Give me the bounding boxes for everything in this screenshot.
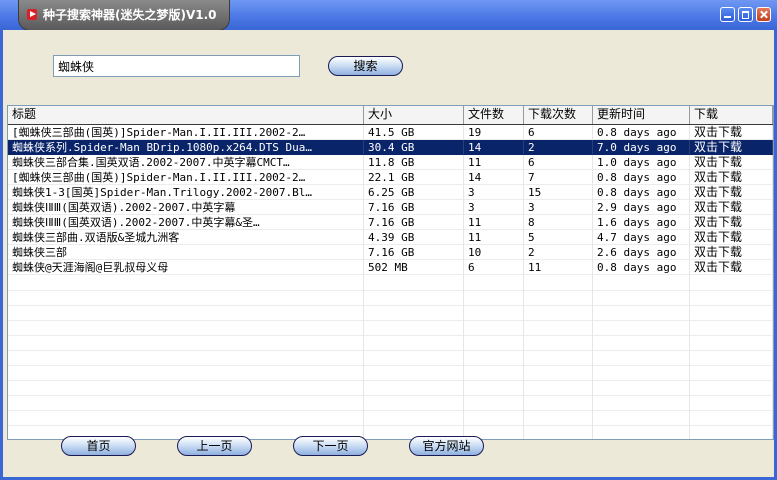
- table-row[interactable]: 蜘蛛侠1-3[国英]Spider-Man.Trilogy.2002-2007.B…: [8, 185, 773, 200]
- cell-updated: 0.8 days ago: [593, 185, 690, 200]
- cell-download-action[interactable]: 双击下载: [690, 185, 773, 200]
- cell-files: 3: [464, 185, 524, 200]
- table-row[interactable]: 蜘蛛侠@天涯海阁@巨乳叔母义母 502 MB 6 11 0.8 days ago…: [8, 260, 773, 275]
- search-button[interactable]: 搜索: [328, 56, 403, 76]
- cell-download-action[interactable]: 双击下载: [690, 200, 773, 215]
- cell-downloads: 6: [524, 125, 593, 140]
- cell-size: 4.39 GB: [364, 230, 464, 245]
- column-header-size[interactable]: 大小: [364, 106, 464, 124]
- table-row-selected[interactable]: 蜘蛛侠系列.Spider-Man BDrip.1080p.x264.DTS Du…: [8, 140, 773, 155]
- cell-title: 蜘蛛侠三部曲.双语版&圣城九洲客: [8, 230, 364, 245]
- cell-downloads: 8: [524, 215, 593, 230]
- cell-download-action[interactable]: 双击下载: [690, 125, 773, 140]
- cell-updated: 2.6 days ago: [593, 245, 690, 260]
- table-row[interactable]: [蜘蛛侠三部曲(国英)]Spider-Man.I.II.III.2002-2… …: [8, 170, 773, 185]
- results-table[interactable]: 标题 大小 文件数 下载次数 更新时间 下载 [蜘蛛侠三部曲(国英)]Spide…: [7, 105, 774, 440]
- cell-updated: 1.6 days ago: [593, 215, 690, 230]
- cell-title: [蜘蛛侠三部曲(国英)]Spider-Man.I.II.III.2002-2…: [8, 170, 364, 185]
- next-page-button[interactable]: 下一页: [293, 436, 368, 456]
- table-row[interactable]: 蜘蛛侠三部合集.国英双语.2002-2007.中英字幕CMCT… 11.8 GB…: [8, 155, 773, 170]
- maximize-button[interactable]: [738, 7, 753, 22]
- cell-download-action[interactable]: 双击下载: [690, 215, 773, 230]
- column-header-downloads[interactable]: 下载次数: [524, 106, 593, 124]
- cell-downloads: 7: [524, 170, 593, 185]
- table-row[interactable]: 蜘蛛侠三部曲.双语版&圣城九洲客 4.39 GB 11 5 4.7 days a…: [8, 230, 773, 245]
- window-controls: [720, 7, 771, 22]
- cell-title: [蜘蛛侠三部曲(国英)]Spider-Man.I.II.III.2002-2…: [8, 125, 364, 140]
- cell-downloads: 3: [524, 200, 593, 215]
- cell-downloads: 2: [524, 140, 593, 155]
- cell-title: 蜘蛛侠系列.Spider-Man BDrip.1080p.x264.DTS Du…: [8, 140, 364, 155]
- cell-size: 7.16 GB: [364, 215, 464, 230]
- app-window: 种子搜索神器(迷失之梦版)V1.0 搜索 标题 大小 文件数 下载次数 更新时间…: [0, 0, 777, 480]
- table-header: 标题 大小 文件数 下载次数 更新时间 下载: [8, 106, 773, 125]
- cell-updated: 1.0 days ago: [593, 155, 690, 170]
- cell-size: 7.16 GB: [364, 245, 464, 260]
- client-area: 搜索 标题 大小 文件数 下载次数 更新时间 下载 [蜘蛛侠三部曲(国英)]Sp…: [3, 30, 774, 477]
- column-header-download[interactable]: 下载: [690, 106, 773, 124]
- cell-size: 7.16 GB: [364, 200, 464, 215]
- first-page-button[interactable]: 首页: [61, 436, 136, 456]
- cell-updated: 2.9 days ago: [593, 200, 690, 215]
- cell-downloads: 6: [524, 155, 593, 170]
- cell-size: 22.1 GB: [364, 170, 464, 185]
- table-row[interactable]: 蜘蛛侠三部 7.16 GB 10 2 2.6 days ago 双击下载: [8, 245, 773, 260]
- cell-downloads: 15: [524, 185, 593, 200]
- title-tab: 种子搜索神器(迷失之梦版)V1.0: [18, 0, 230, 31]
- cell-files: 19: [464, 125, 524, 140]
- cell-files: 14: [464, 140, 524, 155]
- table-row[interactable]: 蜘蛛侠ⅠⅡⅢ(国英双语).2002-2007.中英字幕 7.16 GB 3 3 …: [8, 200, 773, 215]
- table-rows: [蜘蛛侠三部曲(国英)]Spider-Man.I.II.III.2002-2… …: [8, 125, 773, 275]
- cell-title: 蜘蛛侠1-3[国英]Spider-Man.Trilogy.2002-2007.B…: [8, 185, 364, 200]
- prev-page-button[interactable]: 上一页: [177, 436, 252, 456]
- cell-size: 502 MB: [364, 260, 464, 275]
- cell-downloads: 11: [524, 260, 593, 275]
- cell-updated: 0.8 days ago: [593, 260, 690, 275]
- table-row[interactable]: [蜘蛛侠三部曲(国英)]Spider-Man.I.II.III.2002-2… …: [8, 125, 773, 140]
- cell-files: 11: [464, 155, 524, 170]
- play-icon: [27, 9, 37, 20]
- cell-downloads: 5: [524, 230, 593, 245]
- window-title: 种子搜索神器(迷失之梦版)V1.0: [43, 8, 217, 22]
- cell-updated: 7.0 days ago: [593, 140, 690, 155]
- cell-download-action[interactable]: 双击下载: [690, 260, 773, 275]
- column-header-files[interactable]: 文件数: [464, 106, 524, 124]
- close-button[interactable]: [756, 7, 771, 22]
- cell-files: 10: [464, 245, 524, 260]
- cell-title: 蜘蛛侠三部合集.国英双语.2002-2007.中英字幕CMCT…: [8, 155, 364, 170]
- cell-download-action[interactable]: 双击下载: [690, 170, 773, 185]
- official-website-button[interactable]: 官方网站: [409, 436, 484, 456]
- table-row[interactable]: 蜘蛛侠ⅠⅡⅢ(国英双语).2002-2007.中英字幕&圣… 7.16 GB 1…: [8, 215, 773, 230]
- cell-files: 6: [464, 260, 524, 275]
- minimize-button[interactable]: [720, 7, 735, 22]
- cell-download-action[interactable]: 双击下载: [690, 155, 773, 170]
- cell-downloads: 2: [524, 245, 593, 260]
- column-header-updated[interactable]: 更新时间: [593, 106, 690, 124]
- cell-files: 14: [464, 170, 524, 185]
- empty-grid: [8, 276, 773, 439]
- cell-title: 蜘蛛侠ⅠⅡⅢ(国英双语).2002-2007.中英字幕: [8, 200, 364, 215]
- search-input[interactable]: [53, 55, 300, 77]
- title-bar[interactable]: 种子搜索神器(迷失之梦版)V1.0: [0, 0, 777, 31]
- cell-files: 3: [464, 200, 524, 215]
- cell-files: 11: [464, 215, 524, 230]
- cell-size: 30.4 GB: [364, 140, 464, 155]
- cell-title: 蜘蛛侠ⅠⅡⅢ(国英双语).2002-2007.中英字幕&圣…: [8, 215, 364, 230]
- cell-download-action[interactable]: 双击下载: [690, 245, 773, 260]
- cell-updated: 0.8 days ago: [593, 170, 690, 185]
- cell-size: 41.5 GB: [364, 125, 464, 140]
- column-header-title[interactable]: 标题: [8, 106, 364, 124]
- cell-size: 11.8 GB: [364, 155, 464, 170]
- cell-download-action[interactable]: 双击下载: [690, 230, 773, 245]
- cell-size: 6.25 GB: [364, 185, 464, 200]
- cell-files: 11: [464, 230, 524, 245]
- cell-updated: 0.8 days ago: [593, 125, 690, 140]
- cell-title: 蜘蛛侠@天涯海阁@巨乳叔母义母: [8, 260, 364, 275]
- cell-download-action[interactable]: 双击下载: [690, 140, 773, 155]
- cell-title: 蜘蛛侠三部: [8, 245, 364, 260]
- cell-updated: 4.7 days ago: [593, 230, 690, 245]
